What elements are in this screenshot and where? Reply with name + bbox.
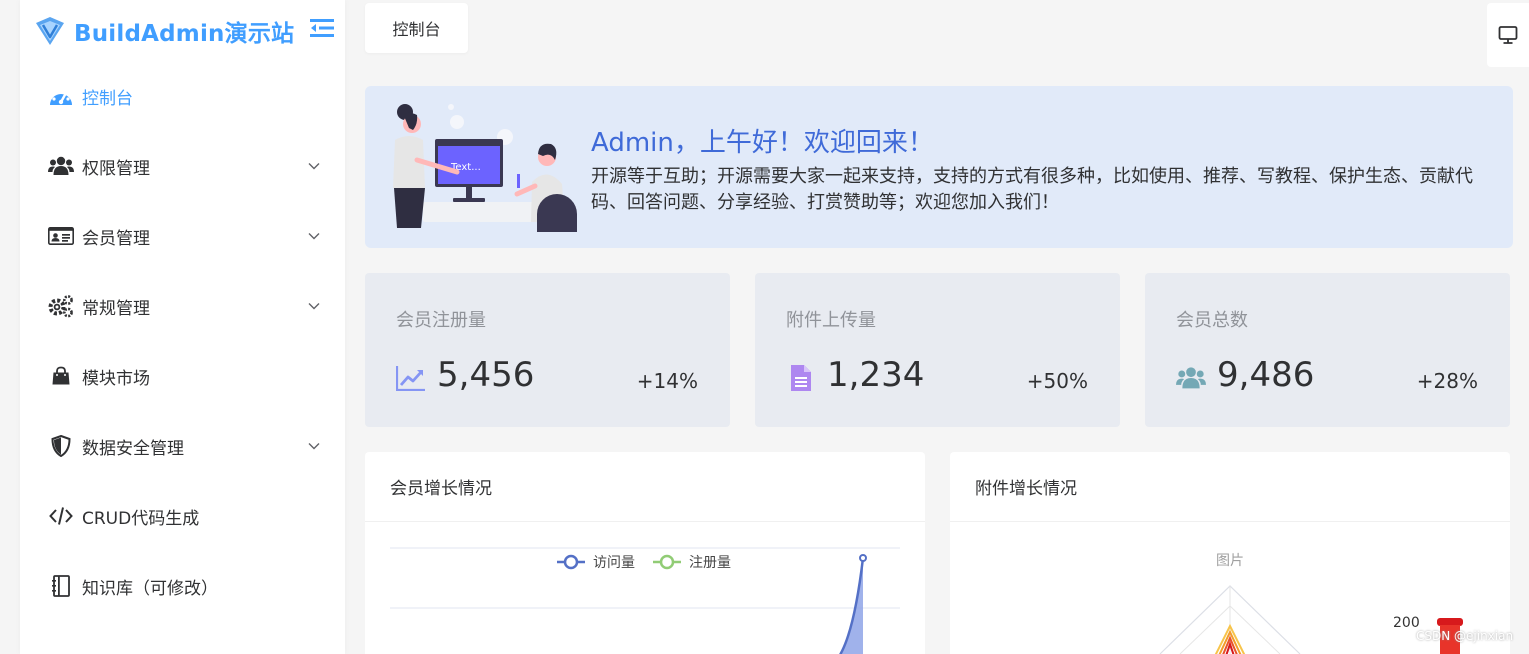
chevron-down-icon bbox=[308, 443, 320, 450]
chart-line-icon bbox=[396, 363, 426, 393]
stat-value: 1,234 bbox=[827, 355, 925, 395]
sidebar-item-knowledge[interactable]: 知识库（可修改） bbox=[20, 551, 345, 621]
code-icon bbox=[48, 503, 74, 529]
legend-visits[interactable]: 访问量 bbox=[557, 554, 635, 571]
sidebar-menu: 控制台 权限管理 会员管理 常规管理 模块市场 数据安全管理 CRUD代码生成 … bbox=[20, 61, 345, 621]
welcome-banner: Text... Admin，上午好！欢迎回来！ 开源等于互助；开源需要大家一起来… bbox=[365, 86, 1513, 248]
tab-label: 控制台 bbox=[392, 20, 441, 39]
member-growth-chart: 访问量 注册量 bbox=[390, 547, 900, 654]
notebook-icon bbox=[48, 573, 74, 599]
chevron-down-icon bbox=[308, 163, 320, 170]
sidebar-item-label: 控制台 bbox=[82, 88, 133, 109]
stat-card-total-members: 会员总数 9,486 +28% bbox=[1145, 273, 1510, 427]
card-title: 会员增长情况 bbox=[365, 452, 925, 522]
chevron-down-icon bbox=[308, 303, 320, 310]
card-title: 附件增长情况 bbox=[950, 452, 1510, 522]
stat-card-file-uploads: 附件上传量 1,234 +50% bbox=[755, 273, 1120, 427]
sidebar-item-crud[interactable]: CRUD代码生成 bbox=[20, 481, 345, 551]
sidebar-item-label: CRUD代码生成 bbox=[82, 508, 200, 529]
shopping-bag-icon bbox=[48, 363, 74, 389]
legend-registrations[interactable]: 注册量 bbox=[653, 554, 731, 571]
monitor-icon bbox=[1498, 26, 1518, 44]
id-card-icon bbox=[48, 223, 74, 249]
stat-growth: +28% bbox=[1416, 369, 1478, 393]
welcome-title: Admin，上午好！欢迎回来！ bbox=[591, 128, 934, 158]
sidebar-item-label: 模块市场 bbox=[82, 368, 150, 389]
sidebar-item-members[interactable]: 会员管理 bbox=[20, 201, 345, 271]
sidebar-item-dashboard[interactable]: 控制台 bbox=[20, 61, 345, 131]
file-growth-card: 附件增长情况 图片 200 bbox=[950, 452, 1510, 654]
stat-value: 5,456 bbox=[437, 355, 535, 395]
logo-icon bbox=[36, 16, 64, 45]
sidebar-item-permissions[interactable]: 权限管理 bbox=[20, 131, 345, 201]
welcome-illustration: Text... bbox=[393, 104, 577, 232]
visits-area bbox=[840, 558, 863, 654]
sidebar-item-label: 会员管理 bbox=[82, 228, 150, 249]
chevron-down-icon bbox=[308, 233, 320, 240]
menu-fold-icon[interactable] bbox=[310, 17, 334, 39]
visits-point bbox=[859, 554, 867, 562]
legend-label: 注册量 bbox=[689, 555, 731, 571]
stat-title: 会员总数 bbox=[1176, 310, 1248, 331]
dashboard-icon bbox=[48, 83, 74, 109]
member-growth-card: 会员增长情况 访问量 注册量 bbox=[365, 452, 925, 654]
sidebar-item-label: 知识库（可修改） bbox=[82, 578, 218, 599]
shield-icon bbox=[48, 433, 74, 459]
tab-dashboard[interactable]: 控制台 bbox=[365, 3, 468, 53]
stat-growth: +50% bbox=[1026, 369, 1088, 393]
fullscreen-button[interactable] bbox=[1487, 3, 1529, 67]
stat-value: 9,486 bbox=[1217, 355, 1315, 395]
users-icon bbox=[1176, 363, 1206, 393]
sidebar: BuildAdmin演示站 控制台 权限管理 会员管理 常规管理 模块市场 数据… bbox=[20, 0, 345, 654]
logo[interactable]: BuildAdmin演示站 bbox=[20, 0, 345, 61]
sidebar-item-general[interactable]: 常规管理 bbox=[20, 271, 345, 341]
cogs-icon bbox=[48, 293, 74, 319]
sidebar-item-data-security[interactable]: 数据安全管理 bbox=[20, 411, 345, 481]
stat-card-member-registrations: 会员注册量 5,456 +14% bbox=[365, 273, 730, 427]
stat-title: 附件上传量 bbox=[786, 310, 876, 331]
sidebar-item-label: 数据安全管理 bbox=[82, 438, 184, 459]
sidebar-item-modules[interactable]: 模块市场 bbox=[20, 341, 345, 411]
chart-subtitle: 图片 bbox=[1216, 553, 1244, 569]
stat-growth: +14% bbox=[636, 369, 698, 393]
welcome-description: 开源等于互助；开源需要大家一起来支持，支持的方式有很多种，比如使用、推荐、写教程… bbox=[591, 166, 1473, 213]
watermark: CSDN @ejinxian bbox=[1416, 629, 1514, 643]
file-text-icon bbox=[786, 363, 816, 393]
sidebar-item-label: 常规管理 bbox=[82, 298, 150, 319]
stat-title: 会员注册量 bbox=[396, 310, 486, 331]
legend-label: 访问量 bbox=[593, 555, 635, 571]
brand-name: BuildAdmin演示站 bbox=[74, 20, 295, 47]
users-icon bbox=[48, 153, 74, 179]
sidebar-item-label: 权限管理 bbox=[82, 158, 150, 179]
visual-map-handle[interactable] bbox=[1437, 618, 1463, 626]
